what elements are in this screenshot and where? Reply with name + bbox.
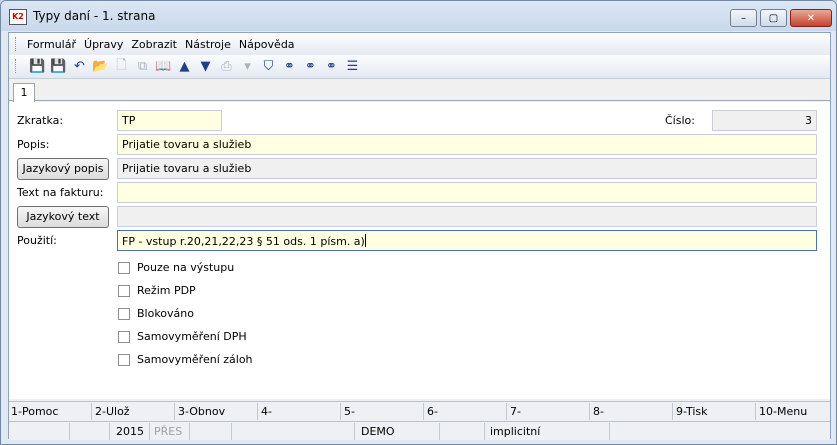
popis-label: Popis: [17,138,50,151]
binoculars-icon[interactable]: ⚭ [279,57,300,77]
cislo-label: Číslo: [665,114,695,127]
fkey-separator [589,403,590,420]
samovymereni-dph-checkbox[interactable] [118,331,130,343]
status-year: 2015 [116,425,144,438]
toolbar: 💾 💾 ↶ 📂 🗋 ⧉ 📖 ▲ ▼ ⎙ ▾ ⛉ ⚭ ⚭ ⚭ ☰ [9,55,830,79]
status-separator [609,423,610,440]
pouze-na-vystupu-checkbox[interactable] [118,262,130,274]
copy-icon: ⧉ [137,59,148,74]
fkey-separator [174,403,175,420]
jazykovy-popis-field: Prijatie tovaru a služieb [117,158,817,179]
save-as-icon[interactable]: 💾 [48,57,69,77]
jazykovy-popis-button[interactable]: Jazykový popis [17,158,109,180]
arrow-down-icon[interactable]: ▼ [195,57,216,77]
rezim-pdp-checkbox[interactable] [118,285,130,297]
status-bar: 2015 PŘES DEMO implicitní [9,421,830,440]
k2-logo-icon: K2 [9,9,27,25]
find-next-icon[interactable]: ⚭ [300,57,321,77]
fkey-2[interactable]: 2-Ulož [95,405,130,418]
pouze-na-vystupu-label: Pouze na výstupu [137,261,235,274]
samovymereni-dph-label: Samovyměření DPH [137,330,247,343]
menu-zobrazit[interactable]: Zobrazit [131,38,177,51]
print-icon: ⎙ [221,59,232,74]
fkey-separator [423,403,424,420]
text-caret [364,234,366,247]
fkey-separator [257,403,258,420]
status-separator [149,423,150,440]
status-separator [189,423,190,440]
fkey-7[interactable]: 7- [510,405,521,418]
open-folder-icon: 📂 [92,59,109,74]
arrow-up-icon[interactable]: ▲ [174,57,195,77]
status-database: DEMO [361,425,395,438]
text-na-fakturu-label: Text na fakturu: [17,186,104,199]
status-separator [354,423,355,440]
status-separator [109,423,110,440]
undo-icon[interactable]: ↶ [69,57,90,77]
samovymereni-zaloh-label: Samovyměření záloh [137,353,253,366]
maximize-button[interactable]: ▢ [760,9,787,27]
toolbar-grip-handle[interactable] [15,59,18,73]
form-page: Zkratka: TP Číslo: 3 Popis: Prijatie tov… [9,102,830,399]
fkey-separator [672,403,673,420]
menu-lines-icon[interactable]: ☰ [342,57,363,77]
new-document-icon: 🗋 [116,57,127,73]
tab-1[interactable]: 1 [13,83,35,102]
save-icon[interactable]: 💾 [27,57,48,77]
menu-formular[interactable]: Formulář [27,38,76,51]
fkey-6[interactable]: 6- [427,405,438,418]
jazykovy-text-button[interactable]: Jazykový text [17,206,109,228]
main-window: K2 Typy daní - 1. strana – ▢ ✕ Formulář … [0,0,837,445]
jazykovy-text-field [117,206,817,227]
blokovano-checkbox[interactable] [118,308,130,320]
menu-grip-handle[interactable] [15,37,18,51]
function-key-bar: 1-Pomoc 2-Ulož 3-Obnov 4- 5- 6- 7- 8- 9-… [9,401,830,420]
dropdown-arrow-icon: ▾ [244,59,251,74]
close-button[interactable]: ✕ [790,9,832,27]
fkey-separator [755,403,756,420]
fkey-3[interactable]: 3-Obnov [178,405,225,418]
status-separator [231,423,232,440]
window-title: Typy daní - 1. strana [33,9,156,23]
menu-upravy[interactable]: Úpravy [84,38,123,51]
text-na-fakturu-input[interactable] [117,182,817,203]
pouziti-value: FP - vstup r.20,21,22,23 § 51 ods. 1 pís… [122,235,365,248]
status-separator [439,423,440,440]
book-icon: 📖 [155,59,172,74]
cislo-field: 3 [712,110,817,131]
rezim-pdp-label: Režim PDP [137,284,196,297]
fkey-separator [506,403,507,420]
fkey-9[interactable]: 9-Tisk [676,405,708,418]
status-separator [69,423,70,440]
tab-strip: 1 [9,81,830,102]
status-mode: PŘES [154,425,183,438]
pouziti-input[interactable]: FP - vstup r.20,21,22,23 § 51 ods. 1 pís… [117,230,817,251]
status-profile: implicitní [490,425,541,438]
fkey-1[interactable]: 1-Pomoc [11,405,58,418]
status-separator [484,423,485,440]
fkey-separator [91,403,92,420]
form-container: Formulář Úpravy Zobrazit Nástroje Nápově… [8,32,831,440]
pouziti-label: Použití: [17,234,57,247]
fkey-separator [340,403,341,420]
title-bar[interactable]: K2 Typy daní - 1. strana – ▢ ✕ [1,1,836,31]
popis-input[interactable]: Prijatie tovaru a služieb [117,134,817,155]
menu-bar: Formulář Úpravy Zobrazit Nástroje Nápově… [9,33,830,55]
fkey-8[interactable]: 8- [593,405,604,418]
fkey-10[interactable]: 10-Menu [759,405,807,418]
samovymereni-zaloh-checkbox[interactable] [118,354,130,366]
menu-nastroje[interactable]: Nástroje [185,38,231,51]
zkratka-input[interactable]: TP [117,110,222,131]
fkey-4[interactable]: 4- [261,405,272,418]
filter-icon[interactable]: ⛉ [258,57,279,77]
find-replace-icon[interactable]: ⚭ [321,57,342,77]
fkey-5[interactable]: 5- [344,405,355,418]
zkratka-label: Zkratka: [17,114,64,127]
menu-napoveda[interactable]: Nápověda [239,38,295,51]
minimize-button[interactable]: – [730,9,757,27]
blokovano-label: Blokováno [137,307,194,320]
